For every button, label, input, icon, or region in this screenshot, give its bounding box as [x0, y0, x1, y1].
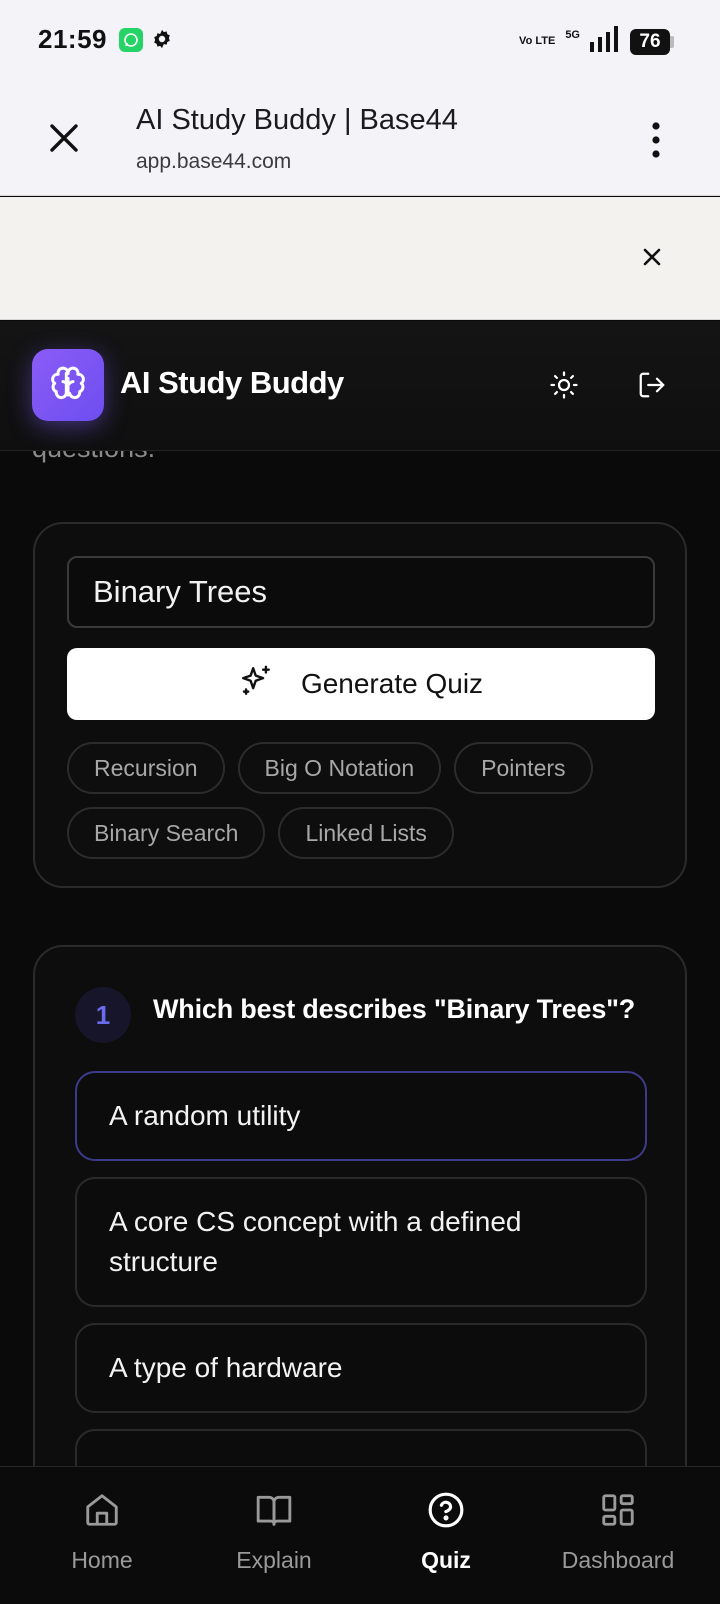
book-icon [255, 1491, 293, 1535]
main-content[interactable]: questions. Binary Trees Generate Quiz Re… [0, 451, 720, 1466]
close-icon[interactable] [44, 118, 84, 158]
banner-close-icon[interactable] [638, 243, 666, 271]
theme-toggle-sun-icon[interactable] [542, 363, 586, 407]
whatsapp-icon [119, 28, 143, 52]
topic-chip-binary-search[interactable]: Binary Search [67, 807, 266, 859]
signal-icon [590, 26, 620, 57]
logout-icon[interactable] [630, 363, 674, 407]
topic-chip-big-o[interactable]: Big O Notation [237, 742, 442, 794]
question-circle-icon [427, 1491, 465, 1535]
answer-option[interactable]: A core CS concept with a defined structu… [75, 1177, 647, 1307]
quiz-generator-card: Binary Trees Generate Quiz Recursion Big… [33, 522, 687, 888]
nav-home-label: Home [71, 1547, 133, 1573]
settings-gear-icon [151, 28, 173, 55]
nav-explain[interactable]: Explain [204, 1491, 344, 1574]
more-vert-icon[interactable] [640, 120, 672, 160]
nav-dashboard[interactable]: Dashboard [548, 1491, 688, 1574]
answer-option[interactable]: A type of hardware [75, 1323, 647, 1413]
nav-dashboard-label: Dashboard [561, 1547, 675, 1573]
top-banner [0, 197, 720, 320]
question-card: 1 Which best describes "Binary Trees"? A… [33, 945, 687, 1466]
brain-logo-icon [32, 349, 104, 421]
topic-chip-linked-lists[interactable]: Linked Lists [278, 807, 454, 859]
page-url[interactable]: app.base44.com [136, 150, 291, 174]
app-title: AI Study Buddy [120, 365, 344, 400]
page-title: AI Study Buddy | Base44 [136, 104, 458, 136]
answer-option-partial[interactable] [75, 1429, 647, 1466]
generate-quiz-label: Generate Quiz [300, 668, 484, 699]
browser-toolbar: AI Study Buddy | Base44 app.base44.com [0, 82, 720, 196]
home-icon [83, 1491, 121, 1535]
generate-quiz-button[interactable]: Generate Quiz [67, 648, 655, 720]
status-time: 21:59 [38, 24, 107, 54]
battery-level: 76 [630, 28, 670, 55]
question-number: 1 [75, 987, 131, 1043]
nav-home[interactable]: Home [32, 1491, 172, 1574]
nav-quiz[interactable]: Quiz [376, 1491, 516, 1574]
topic-chip-recursion[interactable]: Recursion [67, 742, 225, 794]
volte-indicator: Vo LTE [519, 35, 556, 47]
battery-icon: 76 [630, 28, 674, 55]
nav-quiz-label: Quiz [421, 1547, 471, 1573]
status-bar: 21:59 Vo LTE 5G 76 [0, 0, 720, 82]
grid-icon [599, 1491, 637, 1535]
intro-text: questions. [32, 451, 155, 464]
sparkles-icon [239, 664, 273, 705]
question-text: Which best describes "Binary Trees"? [153, 994, 636, 1024]
app-header: AI Study Buddy [0, 321, 720, 451]
bottom-nav: Home Explain Quiz Dashboard [0, 1466, 720, 1604]
topic-chip-pointers[interactable]: Pointers [454, 742, 593, 794]
nav-explain-label: Explain [236, 1547, 312, 1573]
topic-input[interactable]: Binary Trees [67, 556, 655, 628]
suggested-topics: Recursion Big O Notation Pointers Binary… [67, 742, 667, 859]
answer-option[interactable]: A random utility [75, 1071, 647, 1161]
network-type: 5G [565, 28, 580, 41]
